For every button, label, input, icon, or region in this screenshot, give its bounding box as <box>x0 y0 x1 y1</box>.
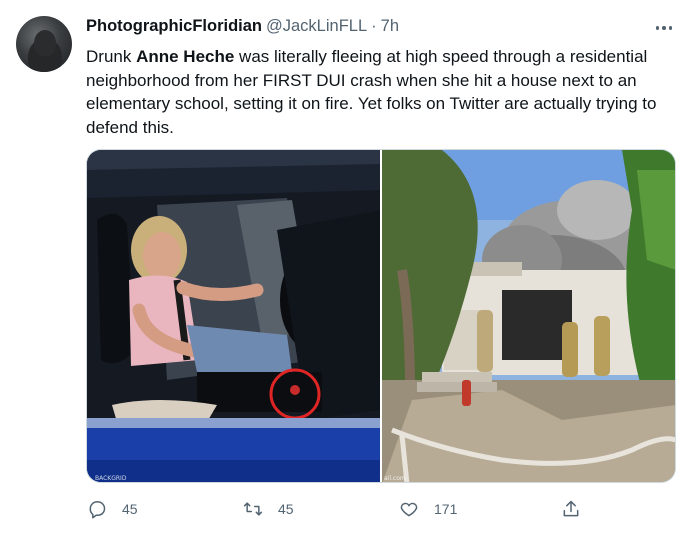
more-options-icon[interactable] <box>650 18 678 38</box>
photo-car-interior[interactable]: BACKGRID <box>87 150 380 482</box>
tweet[interactable]: PhotographicFloridian @JackLinFLL · 7h D… <box>0 0 696 537</box>
retweet-button[interactable]: 45 <box>242 494 294 524</box>
reply-button[interactable]: 45 <box>86 494 138 524</box>
avatar[interactable] <box>16 16 72 72</box>
media-grid: BACKGRID ail.com <box>86 149 676 483</box>
tweet-text: Drunk Anne Heche was literally fleeing a… <box>86 45 686 139</box>
tweet-text-start: Drunk <box>86 47 137 66</box>
photo-house-fire[interactable]: ail.com <box>382 150 675 482</box>
heart-icon <box>398 498 420 520</box>
like-button[interactable]: 171 <box>398 494 457 524</box>
reply-icon <box>86 498 108 520</box>
left-photo-watermark: BACKGRID <box>95 475 127 482</box>
reply-count: 45 <box>122 501 138 517</box>
timestamp[interactable]: 7h <box>381 17 399 36</box>
share-icon <box>560 498 582 520</box>
separator-dot: · <box>371 17 377 35</box>
tweet-text-bold-name: Anne Heche <box>136 47 235 66</box>
retweet-count: 45 <box>278 501 294 517</box>
retweet-icon <box>242 498 264 520</box>
right-photo-watermark: ail.com <box>384 475 406 482</box>
author-handle[interactable]: @JackLinFLL <box>266 17 367 36</box>
author-display-name[interactable]: PhotographicFloridian <box>86 17 262 36</box>
tweet-actions: 45 45 171 <box>86 494 676 524</box>
like-count: 171 <box>434 501 458 517</box>
share-button[interactable] <box>560 494 582 524</box>
tweet-header: PhotographicFloridian @JackLinFLL · 7h <box>86 17 399 36</box>
